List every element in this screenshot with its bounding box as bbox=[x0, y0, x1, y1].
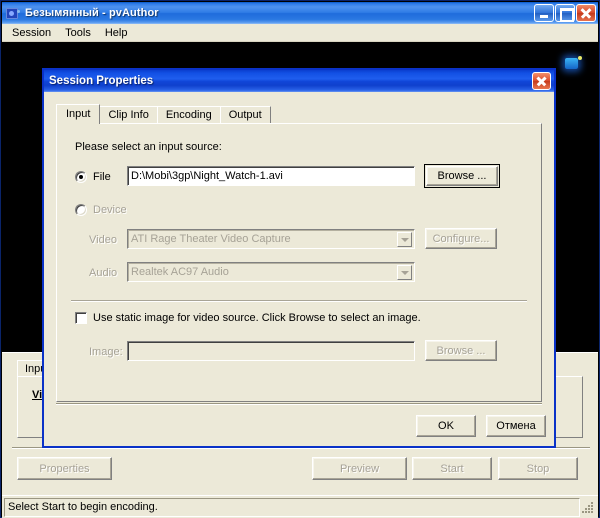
close-button[interactable] bbox=[576, 4, 596, 22]
video-device-value: ATI Rage Theater Video Capture bbox=[131, 233, 291, 245]
main-window-title: Безымянный - pvAuthor bbox=[25, 7, 159, 19]
file-radio[interactable] bbox=[75, 171, 87, 183]
image-path-label: Image: bbox=[89, 346, 123, 358]
session-properties-dialog: Session Properties Input Clip Info Encod… bbox=[42, 68, 556, 448]
tab-input[interactable]: Input bbox=[56, 104, 101, 124]
device-radio-row[interactable]: Device bbox=[75, 204, 127, 216]
menu-item-session[interactable]: Session bbox=[5, 25, 58, 41]
static-image-checkbox[interactable] bbox=[75, 312, 87, 324]
file-browse-button[interactable]: Browse ... bbox=[426, 166, 498, 186]
capture-device-icon bbox=[565, 56, 582, 71]
image-path-input[interactable] bbox=[127, 341, 415, 361]
image-browse-button[interactable]: Browse ... bbox=[425, 340, 497, 361]
video-device-combobox[interactable]: ATI Rage Theater Video Capture bbox=[127, 229, 415, 249]
file-radio-row[interactable]: File bbox=[75, 171, 111, 183]
file-browse-button-frame: Browse ... bbox=[424, 164, 500, 188]
preview-button[interactable]: Preview bbox=[312, 457, 407, 480]
tab-encoding[interactable]: Encoding bbox=[156, 106, 221, 124]
dialog-title: Session Properties bbox=[49, 75, 154, 87]
video-device-label: Video bbox=[89, 234, 117, 246]
chevron-down-icon[interactable] bbox=[397, 265, 412, 280]
minimize-button[interactable] bbox=[534, 4, 554, 22]
statusbar-text: Select Start to begin encoding. bbox=[4, 497, 580, 517]
file-radio-label: File bbox=[93, 171, 111, 183]
static-image-label: Use static image for video source. Click… bbox=[93, 312, 421, 324]
tab-page-input: Please select an input source: File D:\M… bbox=[56, 123, 542, 402]
static-image-separator bbox=[71, 300, 527, 302]
device-radio-label: Device bbox=[93, 204, 127, 216]
start-button[interactable]: Start bbox=[412, 457, 492, 480]
camera-icon bbox=[5, 6, 21, 21]
input-source-prompt: Please select an input source: bbox=[75, 141, 222, 153]
tab-clip-info[interactable]: Clip Info bbox=[99, 106, 158, 124]
menu-item-help[interactable]: Help bbox=[98, 25, 135, 41]
window-controls bbox=[534, 4, 596, 22]
chevron-down-icon[interactable] bbox=[397, 232, 412, 247]
main-menubar: Session Tools Help bbox=[2, 24, 598, 42]
audio-device-combobox[interactable]: Realtek AC97 Audio bbox=[127, 262, 415, 282]
main-action-buttons: Properties Preview Start Stop bbox=[12, 457, 590, 481]
dialog-body: Input Clip Info Encoding Output Please s… bbox=[44, 92, 554, 446]
audio-device-label: Audio bbox=[89, 267, 118, 279]
device-radio[interactable] bbox=[75, 204, 87, 216]
statusbar: Select Start to begin encoding. bbox=[2, 495, 598, 518]
audio-device-value: Realtek AC97 Audio bbox=[131, 266, 229, 278]
stop-button[interactable]: Stop bbox=[498, 457, 578, 480]
tab-output[interactable]: Output bbox=[219, 106, 271, 124]
dialog-close-icon[interactable] bbox=[532, 72, 551, 90]
properties-button[interactable]: Properties bbox=[17, 457, 112, 480]
file-path-input[interactable]: D:\Mobi\3gp\Night_Watch-1.avi bbox=[127, 166, 415, 186]
main-titlebar[interactable]: Безымянный - pvAuthor bbox=[2, 2, 598, 24]
maximize-button[interactable] bbox=[555, 4, 575, 22]
resize-grip-icon[interactable] bbox=[580, 499, 596, 515]
static-image-row[interactable]: Use static image for video source. Click… bbox=[75, 312, 421, 324]
dialog-tabstrip: Input Clip Info Encoding Output bbox=[56, 104, 542, 124]
configure-button[interactable]: Configure... bbox=[425, 228, 497, 249]
dialog-titlebar[interactable]: Session Properties bbox=[44, 70, 554, 92]
cancel-button[interactable]: Отмена bbox=[486, 415, 546, 437]
dialog-footer-separator bbox=[56, 403, 542, 405]
menu-item-tools[interactable]: Tools bbox=[58, 25, 98, 41]
ok-button[interactable]: OK bbox=[416, 415, 476, 437]
